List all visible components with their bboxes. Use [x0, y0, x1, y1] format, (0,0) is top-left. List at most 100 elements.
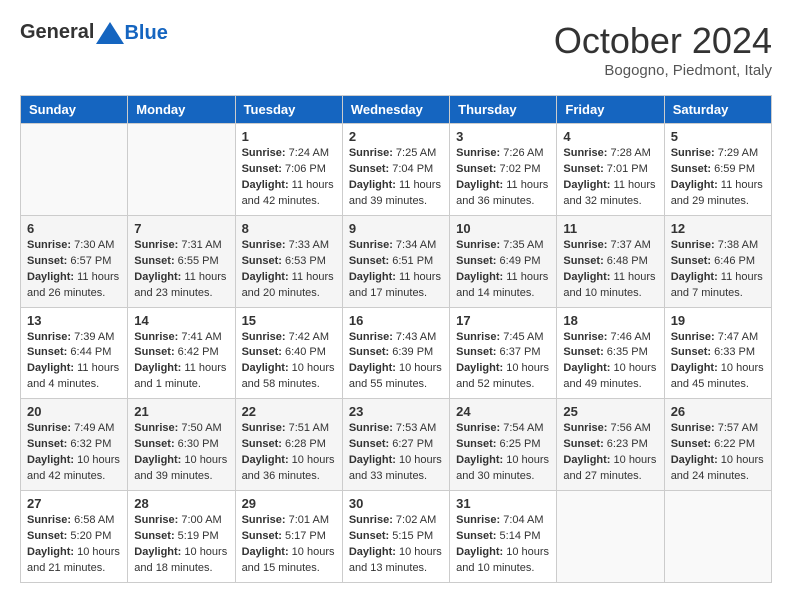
month-title: October 2024 — [554, 20, 772, 62]
calendar-cell: 7Sunrise: 7:31 AMSunset: 6:55 PMDaylight… — [128, 215, 235, 307]
cell-content: Sunrise: 7:34 AMSunset: 6:51 PMDaylight:… — [349, 238, 443, 302]
cell-content: Sunrise: 7:00 AMSunset: 5:19 PMDaylight:… — [134, 513, 228, 577]
calendar-cell: 14 Sunrise: 7:41 AMSunset: 6:42 PMDayligh… — [128, 307, 235, 399]
day-number: 27 — [27, 496, 121, 511]
calendar-cell: 4 Sunrise: 7:28 AMSunset: 7:01 PMDaylight… — [557, 124, 664, 216]
page-header: General Blue October 2024 Bogogno, Piedm… — [20, 20, 772, 79]
cell-content: Sunrise: 7:49 AMSunset: 6:32 PMDaylight:… — [27, 421, 121, 485]
cell-content: Sunrise: 7:54 AMSunset: 6:25 PMDaylight:… — [456, 421, 550, 485]
calendar-cell: 18 Sunrise: 7:46 AMSunset: 6:35 PMDayligh… — [557, 307, 664, 399]
day-header-friday: Friday — [557, 96, 664, 124]
calendar-cell: 19Sunrise: 7:47 AMSunset: 6:33 PMDayligh… — [664, 307, 771, 399]
location-subtitle: Bogogno, Piedmont, Italy — [554, 62, 772, 79]
calendar-cell: 25Sunrise: 7:56 AMSunset: 6:23 PMDayligh… — [557, 399, 664, 491]
day-number: 3 — [456, 129, 550, 144]
day-number: 2 — [349, 129, 443, 144]
day-header-sunday: Sunday — [21, 96, 128, 124]
calendar-cell: 21Sunrise: 7:50 AMSunset: 6:30 PMDayligh… — [128, 399, 235, 491]
cell-content: Sunrise: 7:35 AMSunset: 6:49 PMDaylight:… — [456, 238, 550, 302]
day-number: 29 — [242, 496, 336, 511]
calendar-cell: 5 Sunrise: 7:29 AMSunset: 6:59 PMDaylight… — [664, 124, 771, 216]
day-header-saturday: Saturday — [664, 96, 771, 124]
calendar-cell: 12Sunrise: 7:38 AMSunset: 6:46 PMDayligh… — [664, 215, 771, 307]
day-number: 6 — [27, 221, 121, 236]
day-number: 14 — [134, 313, 228, 328]
calendar-cell — [21, 124, 128, 216]
header-row: SundayMondayTuesdayWednesdayThursdayFrid… — [21, 96, 772, 124]
calendar-cell — [128, 124, 235, 216]
calendar-cell: 24 Sunrise: 7:54 AMSunset: 6:25 PMDayligh… — [450, 399, 557, 491]
day-number: 15 — [242, 313, 336, 328]
logo-general: General — [20, 21, 94, 44]
day-number: 20 — [27, 404, 121, 419]
calendar-cell: 20 Sunrise: 7:49 AMSunset: 6:32 PMDayligh… — [21, 399, 128, 491]
day-number: 13 — [27, 313, 121, 328]
calendar-week-2: 6Sunrise: 7:30 AMSunset: 6:57 PMDaylight… — [21, 215, 772, 307]
calendar-cell: 30 Sunrise: 7:02 AMSunset: 5:15 PMDayligh… — [342, 491, 449, 583]
calendar-cell: 26Sunrise: 7:57 AMSunset: 6:22 PMDayligh… — [664, 399, 771, 491]
cell-content: Sunrise: 7:33 AMSunset: 6:53 PMDaylight:… — [242, 238, 336, 302]
cell-content: Sunrise: 7:57 AMSunset: 6:22 PMDaylight:… — [671, 421, 765, 485]
logo: General Blue — [20, 20, 168, 45]
calendar-cell: 9Sunrise: 7:34 AMSunset: 6:51 PMDaylight… — [342, 215, 449, 307]
cell-content: Sunrise: 7:31 AMSunset: 6:55 PMDaylight:… — [134, 238, 228, 302]
day-number: 11 — [563, 221, 657, 236]
calendar-cell: 2Sunrise: 7:25 AMSunset: 7:04 PMDaylight… — [342, 124, 449, 216]
cell-content: Sunrise: 7:04 AMSunset: 5:14 PMDaylight:… — [456, 513, 550, 577]
cell-content: Sunrise: 7:43 AMSunset: 6:39 PMDaylight:… — [349, 330, 443, 394]
day-number: 8 — [242, 221, 336, 236]
day-number: 22 — [242, 404, 336, 419]
calendar-cell — [664, 491, 771, 583]
day-number: 28 — [134, 496, 228, 511]
day-number: 23 — [349, 404, 443, 419]
cell-content: Sunrise: 7:37 AMSunset: 6:48 PMDaylight:… — [563, 238, 657, 302]
cell-content: Sunrise: 7:01 AMSunset: 5:17 PMDaylight:… — [242, 513, 336, 577]
day-header-tuesday: Tuesday — [235, 96, 342, 124]
calendar-week-4: 20 Sunrise: 7:49 AMSunset: 6:32 PMDayligh… — [21, 399, 772, 491]
cell-content: Sunrise: 7:24 AMSunset: 7:06 PMDaylight:… — [242, 146, 336, 210]
calendar-cell: 10 Sunrise: 7:35 AMSunset: 6:49 PMDayligh… — [450, 215, 557, 307]
calendar-cell: 28 Sunrise: 7:00 AMSunset: 5:19 PMDayligh… — [128, 491, 235, 583]
title-section: October 2024 Bogogno, Piedmont, Italy — [554, 20, 772, 79]
calendar-week-5: 27Sunrise: 6:58 AMSunset: 5:20 PMDayligh… — [21, 491, 772, 583]
day-number: 24 — [456, 404, 550, 419]
cell-content: Sunrise: 7:51 AMSunset: 6:28 PMDaylight:… — [242, 421, 336, 485]
logo-icon — [96, 22, 124, 44]
cell-content: Sunrise: 7:53 AMSunset: 6:27 PMDaylight:… — [349, 421, 443, 485]
calendar-table: SundayMondayTuesdayWednesdayThursdayFrid… — [20, 95, 772, 583]
cell-content: Sunrise: 7:46 AMSunset: 6:35 PMDaylight:… — [563, 330, 657, 394]
calendar-cell — [557, 491, 664, 583]
calendar-cell: 29 Sunrise: 7:01 AMSunset: 5:17 PMDayligh… — [235, 491, 342, 583]
calendar-cell: 17 Sunrise: 7:45 AMSunset: 6:37 PMDayligh… — [450, 307, 557, 399]
cell-content: Sunrise: 7:47 AMSunset: 6:33 PMDaylight:… — [671, 330, 765, 394]
cell-content: Sunrise: 7:42 AMSunset: 6:40 PMDaylight:… — [242, 330, 336, 394]
calendar-cell: 16Sunrise: 7:43 AMSunset: 6:39 PMDayligh… — [342, 307, 449, 399]
cell-content: Sunrise: 7:28 AMSunset: 7:01 PMDaylight:… — [563, 146, 657, 210]
cell-content: Sunrise: 7:50 AMSunset: 6:30 PMDaylight:… — [134, 421, 228, 485]
calendar-cell: 11 Sunrise: 7:37 AMSunset: 6:48 PMDayligh… — [557, 215, 664, 307]
day-header-thursday: Thursday — [450, 96, 557, 124]
day-number: 4 — [563, 129, 657, 144]
cell-content: Sunrise: 7:29 AMSunset: 6:59 PMDaylight:… — [671, 146, 765, 210]
cell-content: Sunrise: 7:26 AMSunset: 7:02 PMDaylight:… — [456, 146, 550, 210]
calendar-week-1: 1Sunrise: 7:24 AMSunset: 7:06 PMDaylight… — [21, 124, 772, 216]
day-header-monday: Monday — [128, 96, 235, 124]
logo-blue: Blue — [124, 22, 167, 45]
cell-content: Sunrise: 7:45 AMSunset: 6:37 PMDaylight:… — [456, 330, 550, 394]
cell-content: Sunrise: 7:39 AMSunset: 6:44 PMDaylight:… — [27, 330, 121, 394]
calendar-cell: 27Sunrise: 6:58 AMSunset: 5:20 PMDayligh… — [21, 491, 128, 583]
day-header-wednesday: Wednesday — [342, 96, 449, 124]
cell-content: Sunrise: 7:56 AMSunset: 6:23 PMDaylight:… — [563, 421, 657, 485]
day-number: 31 — [456, 496, 550, 511]
cell-content: Sunrise: 7:02 AMSunset: 5:15 PMDaylight:… — [349, 513, 443, 577]
calendar-cell: 23 Sunrise: 7:53 AMSunset: 6:27 PMDayligh… — [342, 399, 449, 491]
cell-content: Sunrise: 7:41 AMSunset: 6:42 PMDaylight:… — [134, 330, 228, 394]
day-number: 30 — [349, 496, 443, 511]
calendar-cell: 3 Sunrise: 7:26 AMSunset: 7:02 PMDaylight… — [450, 124, 557, 216]
calendar-cell: 6Sunrise: 7:30 AMSunset: 6:57 PMDaylight… — [21, 215, 128, 307]
day-number: 10 — [456, 221, 550, 236]
day-number: 5 — [671, 129, 765, 144]
day-number: 17 — [456, 313, 550, 328]
day-number: 12 — [671, 221, 765, 236]
day-number: 18 — [563, 313, 657, 328]
